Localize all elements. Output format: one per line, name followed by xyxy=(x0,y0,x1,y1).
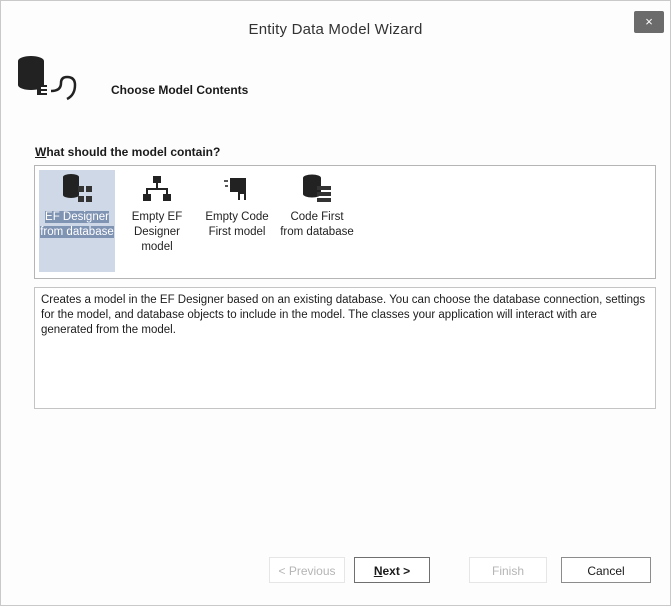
option-label: Empty Code First model xyxy=(205,211,269,238)
option-empty-ef-designer-model[interactable]: Empty EF Designer model xyxy=(119,170,195,272)
cancel-button[interactable]: Cancel xyxy=(561,557,651,583)
next-label: ext > xyxy=(382,564,411,578)
option-description-panel: Creates a model in the EF Designer based… xyxy=(34,287,656,409)
wizard-window: Entity Data Model Wizard × Choose Model … xyxy=(0,0,671,606)
previous-label: < Previous xyxy=(278,564,336,578)
next-button[interactable]: Next > xyxy=(354,557,430,583)
heading-accelerator: W xyxy=(35,145,47,159)
option-label: EF Designer from database xyxy=(40,211,114,238)
close-button[interactable]: × xyxy=(634,11,664,33)
database-code-icon xyxy=(303,174,331,202)
option-description: Creates a model in the EF Designer based… xyxy=(41,294,646,336)
heading-text: hat should the model contain? xyxy=(46,145,221,159)
page-title: Choose Model Contents xyxy=(111,83,249,97)
finish-button[interactable]: Finish xyxy=(469,557,547,583)
option-code-first-from-database[interactable]: Code First from database xyxy=(279,170,355,272)
hierarchy-icon xyxy=(143,176,171,201)
option-label: Code First from database xyxy=(280,211,354,238)
cancel-label: Cancel xyxy=(587,564,625,578)
option-ef-designer-from-database[interactable]: EF Designer from database xyxy=(39,170,115,272)
model-options-list: EF Designer from database Empty EF Desig… xyxy=(34,165,656,279)
option-empty-code-first-model[interactable]: Empty Code First model xyxy=(199,170,275,272)
database-connection-icon xyxy=(18,56,77,101)
options-heading: What should the model contain? xyxy=(35,145,220,159)
option-label: Empty EF Designer model xyxy=(131,211,183,253)
window-title: Entity Data Model Wizard xyxy=(248,21,423,38)
previous-button[interactable]: < Previous xyxy=(269,557,345,583)
finish-label: Finish xyxy=(491,564,524,578)
database-designer-icon xyxy=(63,174,92,202)
code-first-icon xyxy=(224,178,246,200)
close-icon: × xyxy=(645,14,653,29)
